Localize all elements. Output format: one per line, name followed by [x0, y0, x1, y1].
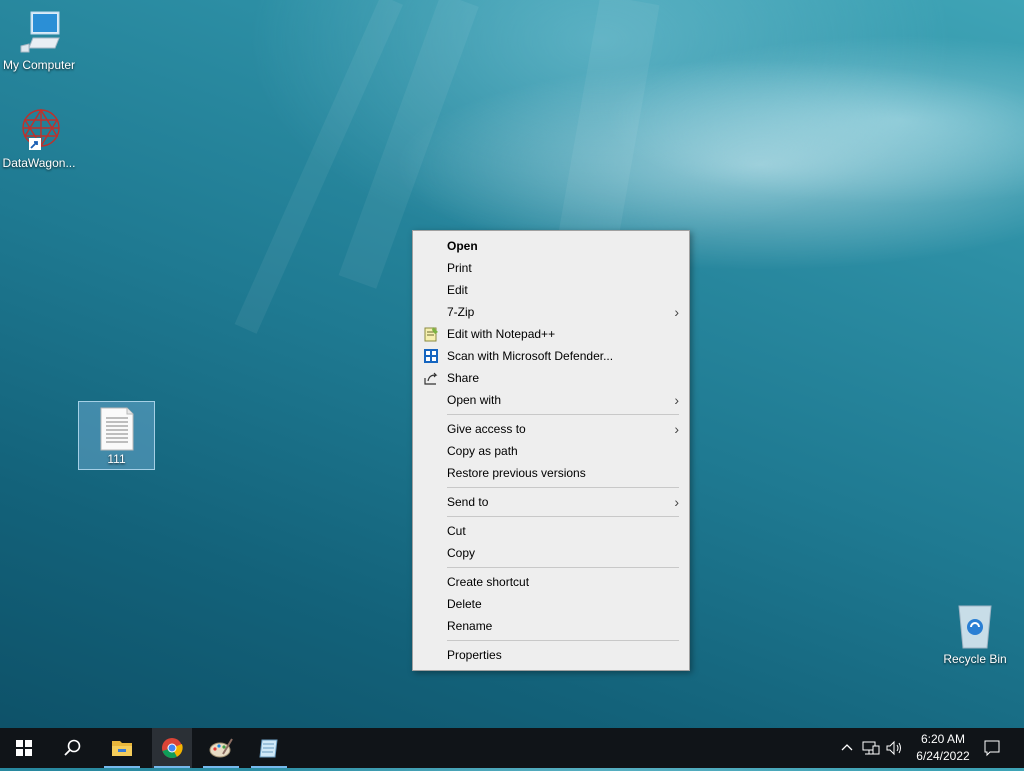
menu-item-restore-previous-versions[interactable]: Restore previous versions — [413, 462, 689, 484]
taskbar-file-explorer[interactable] — [102, 728, 142, 768]
system-clock[interactable]: 6:20 AM 6/24/2022 — [908, 731, 978, 765]
menu-item-label: Copy as path — [447, 444, 518, 458]
taskbar-chrome[interactable] — [152, 728, 192, 768]
menu-item-label: Send to — [447, 495, 489, 509]
menu-item-label: Share — [447, 371, 480, 385]
desktop-icon-file-111[interactable]: 111 — [78, 401, 155, 470]
menu-item-properties[interactable]: Properties — [413, 644, 689, 666]
menu-item-label: Cut — [447, 524, 466, 538]
menu-item-open-with[interactable]: Open with › — [413, 389, 689, 411]
computer-icon — [15, 8, 63, 56]
show-hidden-icons-chevron[interactable] — [840, 740, 854, 757]
chevron-right-icon: › — [674, 421, 679, 437]
menu-item-label: Copy — [447, 546, 476, 560]
desktop-icon-label: 111 — [107, 452, 126, 466]
desktop-icon-recycle-bin[interactable]: Recycle Bin — [936, 602, 1014, 666]
chevron-right-icon: › — [674, 494, 679, 510]
desktop-icon-label: DataWagon... — [2, 156, 76, 170]
menu-item-label: Open — [447, 239, 478, 253]
desktop-icon-my-computer[interactable]: My Computer — [0, 8, 78, 72]
menu-item-edit[interactable]: Edit — [413, 279, 689, 301]
menu-item-7zip[interactable]: 7-Zip › — [413, 301, 689, 323]
clock-date: 6/24/2022 — [916, 749, 970, 763]
menu-separator — [447, 487, 679, 488]
menu-item-label: Properties — [447, 648, 502, 662]
taskbar-paint[interactable] — [201, 728, 241, 768]
chevron-right-icon: › — [674, 304, 679, 320]
menu-item-create-shortcut[interactable]: Create shortcut — [413, 571, 689, 593]
network-icon[interactable] — [862, 740, 880, 759]
menu-item-label: Create shortcut — [447, 575, 530, 589]
desktop-icon-datawagon[interactable]: DataWagon... — [0, 106, 78, 170]
paint-icon — [201, 738, 241, 771]
chrome-icon — [152, 738, 192, 771]
menu-separator — [447, 516, 679, 517]
share-icon — [423, 370, 439, 386]
menu-item-label: Print — [447, 261, 472, 275]
notepad-plus-plus-icon — [423, 326, 439, 342]
defender-shield-icon — [423, 348, 439, 364]
desktop-icon-label: Recycle Bin — [943, 652, 1007, 666]
menu-item-label: Give access to — [447, 422, 526, 436]
menu-item-give-access-to[interactable]: Give access to › — [413, 418, 689, 440]
menu-item-label: 7-Zip — [447, 305, 475, 319]
file-explorer-icon — [102, 741, 142, 771]
menu-item-label: Restore previous versions — [447, 466, 586, 480]
menu-item-label: Open with — [447, 393, 502, 407]
taskbar-notepad[interactable] — [249, 728, 289, 768]
notepad-icon — [249, 739, 289, 771]
menu-item-label: Delete — [447, 597, 482, 611]
menu-item-label: Rename — [447, 619, 493, 633]
menu-item-print[interactable]: Print — [413, 257, 689, 279]
desktop-icon-label: My Computer — [2, 58, 76, 72]
text-file-icon — [93, 406, 141, 454]
clock-time: 6:20 AM — [920, 732, 966, 746]
chevron-right-icon: › — [674, 392, 679, 408]
datawagon-icon — [15, 106, 63, 154]
menu-item-copy-as-path[interactable]: Copy as path — [413, 440, 689, 462]
menu-item-open[interactable]: Open — [413, 235, 689, 257]
windows-start-icon — [4, 740, 44, 771]
menu-item-label: Edit — [447, 283, 468, 297]
start-button[interactable] — [4, 728, 44, 768]
recycle-bin-icon — [951, 602, 999, 650]
menu-item-copy[interactable]: Copy — [413, 542, 689, 564]
menu-item-label: Scan with Microsoft Defender... — [447, 349, 614, 363]
volume-icon[interactable] — [886, 740, 904, 759]
menu-item-edit-with-notepad-plus-plus[interactable]: Edit with Notepad++ — [413, 323, 689, 345]
menu-item-cut[interactable]: Cut — [413, 520, 689, 542]
menu-separator — [447, 640, 679, 641]
menu-item-send-to[interactable]: Send to › — [413, 491, 689, 513]
taskbar: 6:20 AM 6/24/2022 — [0, 728, 1024, 768]
menu-item-scan-with-defender[interactable]: Scan with Microsoft Defender... — [413, 345, 689, 367]
menu-item-rename[interactable]: Rename — [413, 615, 689, 637]
search-icon — [52, 739, 92, 771]
context-menu: Open Print Edit 7-Zip › Edit with Notepad… — [412, 230, 690, 671]
menu-item-delete[interactable]: Delete — [413, 593, 689, 615]
desktop: My Computer DataWagon... 111 Recycle Bin… — [0, 0, 1024, 728]
menu-item-label: Edit with Notepad++ — [447, 327, 556, 341]
menu-separator — [447, 414, 679, 415]
search-button[interactable] — [52, 728, 92, 768]
menu-separator — [447, 567, 679, 568]
menu-item-share[interactable]: Share — [413, 367, 689, 389]
notifications-icon[interactable] — [983, 739, 1001, 760]
